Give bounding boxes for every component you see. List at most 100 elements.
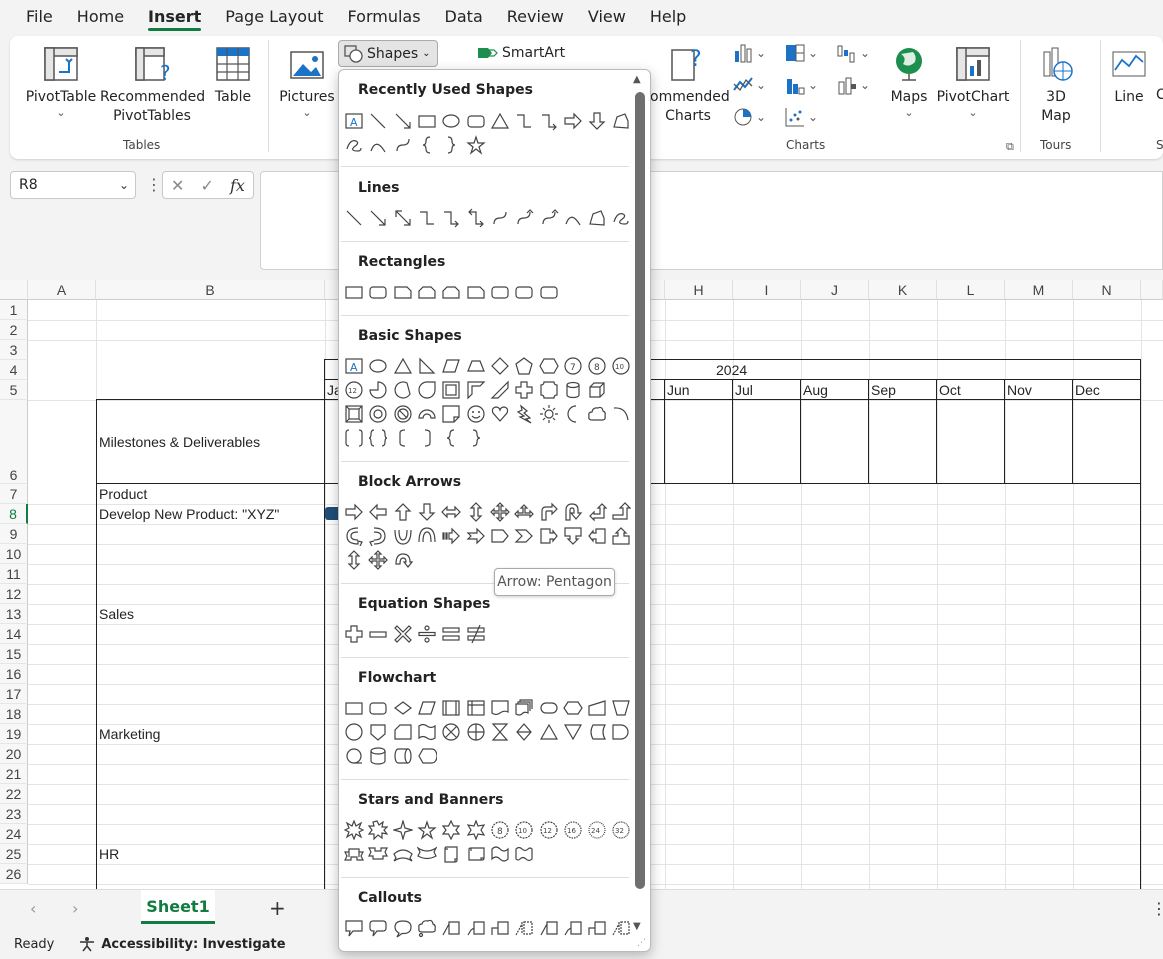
rbrace-shape-icon[interactable] (463, 426, 487, 450)
notequal-shape-icon[interactable] (463, 622, 487, 646)
roundrect-shape-icon[interactable] (366, 280, 390, 304)
column-header-h[interactable]: H (665, 280, 733, 300)
month-cell-sep[interactable]: Sep (871, 380, 896, 400)
menu-page-layout[interactable]: Page Layout (213, 0, 335, 34)
scribble-shape-icon[interactable] (609, 206, 633, 230)
dblwave-shape-icon[interactable] (512, 842, 536, 866)
oval-shape-icon[interactable] (439, 109, 463, 133)
star12-shape-icon[interactable]: 12 (536, 818, 560, 842)
row-header-17[interactable]: 17 (0, 684, 28, 704)
fc-connector-shape-icon[interactable] (342, 720, 366, 744)
enter-icon[interactable]: ✓ (201, 176, 214, 195)
sun-shape-icon[interactable] (536, 402, 560, 426)
row-header-3[interactable]: 3 (0, 340, 28, 360)
curved-r-shape-icon[interactable] (342, 524, 366, 548)
rect-shape-icon[interactable] (342, 280, 366, 304)
curved-l-shape-icon[interactable] (366, 524, 390, 548)
fc-mag-disk-shape-icon[interactable] (366, 744, 390, 768)
column-header-b[interactable]: B (96, 280, 325, 300)
more-options-icon[interactable]: ⋮ (1151, 899, 1163, 918)
pie-shape-icon[interactable] (366, 378, 390, 402)
fc-offpage-shape-icon[interactable] (366, 720, 390, 744)
menu-insert[interactable]: Insert (136, 0, 213, 34)
star5-shape-icon[interactable] (463, 133, 487, 157)
scroll-right-icon[interactable]: › (72, 899, 78, 918)
arcshape-shape-icon[interactable] (609, 402, 633, 426)
call-round-shape-icon[interactable] (366, 916, 390, 940)
waterfall-chart-button[interactable]: ⌄ (836, 42, 870, 64)
column-header-j[interactable]: J (801, 280, 869, 300)
lbracket-shape-icon[interactable] (391, 426, 415, 450)
line-sparkline-button[interactable]: Line (1106, 44, 1152, 107)
scroll-left-icon[interactable]: ‹ (30, 899, 36, 918)
triangle-shape-icon[interactable] (488, 109, 512, 133)
fc-stored-shape-icon[interactable] (585, 720, 609, 744)
fc-seq-access-shape-icon[interactable] (342, 744, 366, 768)
teardrop-shape-icon[interactable] (415, 378, 439, 402)
call-line-n-b-shape-icon[interactable] (609, 916, 633, 940)
scrollbar-thumb[interactable] (635, 92, 645, 889)
fc-delay-shape-icon[interactable] (609, 720, 633, 744)
burst2-shape-icon[interactable] (366, 818, 390, 842)
curve-shape-icon[interactable] (488, 206, 512, 230)
rcallout-shape-icon[interactable] (536, 524, 560, 548)
month-cell-nov[interactable]: Nov (1007, 380, 1032, 400)
parallelogram-shape-icon[interactable] (439, 354, 463, 378)
star24-shape-icon[interactable]: 24 (585, 818, 609, 842)
lightning-shape-icon[interactable] (512, 402, 536, 426)
chord-shape-icon[interactable] (391, 378, 415, 402)
snip2-shape-icon[interactable] (415, 280, 439, 304)
bentarrow-shape-icon[interactable] (536, 500, 560, 524)
pivotchart-button[interactable]: PivotChart ⌄ (936, 44, 1010, 119)
column-header-g[interactable] (650, 280, 665, 300)
bentup-shape-icon[interactable] (609, 500, 633, 524)
uturn-shape-icon[interactable] (561, 500, 585, 524)
scroll-h-shape-icon[interactable] (463, 842, 487, 866)
star32-shape-icon[interactable]: 32 (609, 818, 633, 842)
sheet-tab-sheet1[interactable]: Sheet1 (141, 890, 215, 924)
decagon-shape-icon[interactable]: 10 (609, 354, 633, 378)
fc-predef-shape-icon[interactable] (439, 696, 463, 720)
fc-direct-shape-icon[interactable] (391, 744, 415, 768)
darrow-shape-icon[interactable] (415, 500, 439, 524)
recommended-pivottables-button[interactable]: ? Recommended PivotTables (100, 44, 205, 126)
fc-manual-in-shape-icon[interactable] (585, 696, 609, 720)
row-header-24[interactable]: 24 (0, 824, 28, 844)
call-line2-shape-icon[interactable] (561, 916, 585, 940)
column-header-n[interactable]: N (1073, 280, 1141, 300)
blockarc-shape-icon[interactable] (415, 402, 439, 426)
wave-shape-icon[interactable] (488, 842, 512, 866)
striped-r-shape-icon[interactable] (439, 524, 463, 548)
month-cell-dec[interactable]: Dec (1075, 380, 1100, 400)
month-cell-jul[interactable]: Jul (735, 380, 753, 400)
chevron-shape-icon[interactable] (512, 524, 536, 548)
statistic-chart-button[interactable]: ⌄ (784, 74, 818, 96)
star7-shape-icon[interactable] (463, 818, 487, 842)
scroll-v-shape-icon[interactable] (439, 842, 463, 866)
cell-b13[interactable]: Sales (99, 604, 134, 624)
darrow-shape-icon[interactable] (585, 109, 609, 133)
freeform-shape-icon[interactable] (609, 109, 633, 133)
scribble-shape-icon[interactable] (342, 133, 366, 157)
call-line3-shape-icon[interactable] (585, 916, 609, 940)
call-rect-shape-icon[interactable] (342, 916, 366, 940)
column-header-a[interactable]: A (28, 280, 96, 300)
call-line2-shape-icon[interactable] (463, 916, 487, 940)
menu-file[interactable]: File (14, 0, 65, 34)
row-header-18[interactable]: 18 (0, 704, 28, 724)
curved-d-shape-icon[interactable] (415, 524, 439, 548)
cell-b19[interactable]: Marketing (99, 724, 160, 744)
resize-grip-icon[interactable]: ⋰ (637, 938, 646, 948)
quadarrow-shape-icon[interactable] (366, 548, 390, 572)
curve-shape-icon[interactable] (391, 133, 415, 157)
heart-shape-icon[interactable] (488, 402, 512, 426)
lbrace-shape-icon[interactable] (415, 133, 439, 157)
fc-prep-shape-icon[interactable] (561, 696, 585, 720)
rect-shape-icon[interactable] (415, 109, 439, 133)
frame-shape-icon[interactable] (439, 378, 463, 402)
menu-help[interactable]: Help (638, 0, 698, 34)
cancel-icon[interactable]: ✕ (171, 176, 184, 195)
pivottable-button[interactable]: PivotTable ⌄ (24, 44, 98, 119)
month-cell-aug[interactable]: Aug (803, 380, 828, 400)
udarrow-shape-icon[interactable] (342, 548, 366, 572)
